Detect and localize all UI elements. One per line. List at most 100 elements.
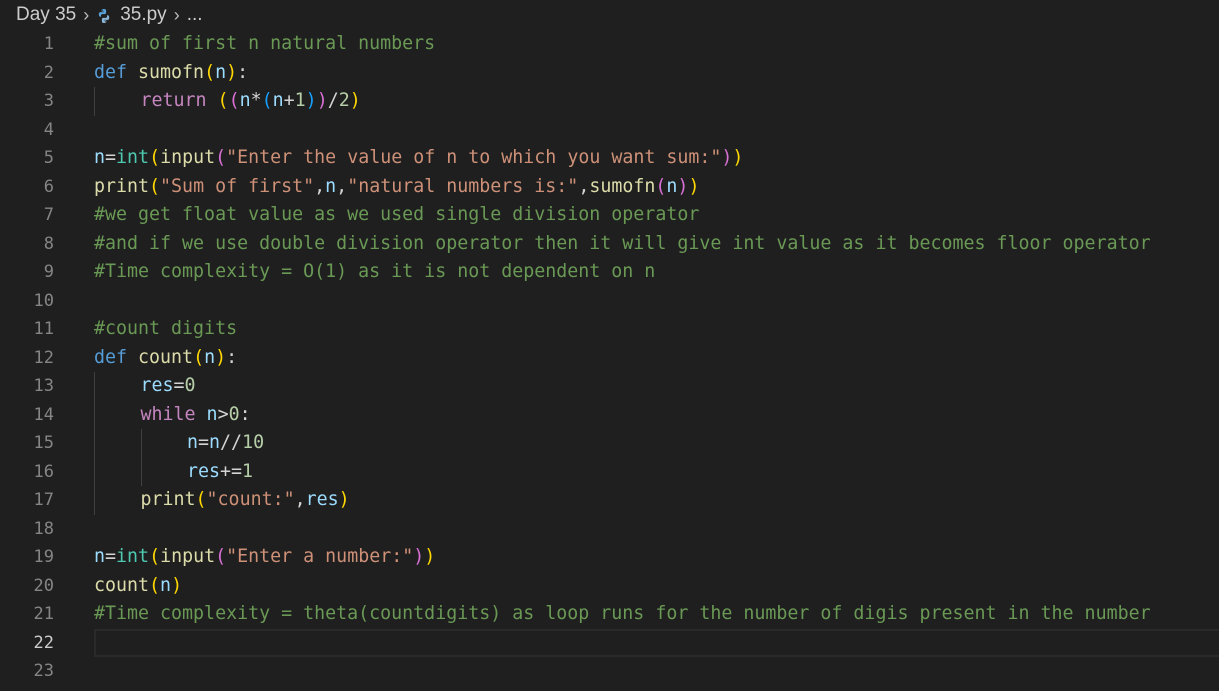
code-token: n [666, 175, 678, 197]
current-line-highlight [94, 628, 1219, 657]
code-token: count [138, 346, 194, 368]
code-token: ) [338, 489, 350, 510]
indent-guide [140, 457, 142, 486]
line-number: 5 [43, 148, 54, 168]
code-line[interactable]: 13 res=0 [0, 372, 1219, 401]
breadcrumb-more[interactable]: ... [187, 4, 203, 26]
code-line[interactable]: 11 #count digits [0, 315, 1219, 344]
code-token: res [140, 375, 174, 396]
code-line[interactable]: 23 [0, 657, 1219, 686]
code-line[interactable]: 18 [0, 515, 1219, 544]
code-line[interactable]: 4 [0, 116, 1219, 145]
code-token: n [272, 90, 284, 111]
code-token: "count:" [206, 489, 295, 510]
code-text: res+=1 [187, 458, 253, 487]
code-text: n=int(input("Enter the value of n to whi… [94, 144, 743, 173]
code-token: #Time complexity = theta(countdigits) as… [94, 603, 1151, 624]
code-token: 0 [184, 375, 196, 396]
code-token: int [116, 546, 150, 567]
code-token: ( [655, 175, 667, 197]
code-line[interactable]: 19 n=int(input("Enter a number:")) [0, 543, 1219, 572]
code-text: count(n) [94, 572, 182, 601]
code-token: n [160, 574, 172, 596]
code-line[interactable]: 7 #we get float value as we used single d… [0, 201, 1219, 230]
code-editor[interactable]: Day 35 › 35.py › ... 1 #sum of first n na… [0, 0, 1219, 691]
breadcrumb: Day 35 › 35.py › ... [0, 0, 1219, 30]
code-line[interactable]: 3 return ((n*(n+1))/2) [0, 87, 1219, 116]
python-file-icon [96, 8, 112, 24]
line-number: 11 [33, 319, 54, 339]
code-line[interactable]: 22 [0, 628, 1219, 657]
code-text: def sumofn(n): [94, 59, 248, 88]
code-line[interactable]: 14 while n>0: [0, 400, 1219, 429]
code-line[interactable]: 1 #sum of first n natural numbers [0, 30, 1219, 59]
code-line[interactable]: 8 #and if we use double division operator… [0, 230, 1219, 259]
code-line[interactable]: 15 n=n//10 [0, 429, 1219, 458]
code-token: = [105, 147, 117, 168]
code-text: n=n//10 [187, 429, 264, 458]
line-number: 3 [43, 91, 54, 111]
code-token: > [217, 403, 229, 425]
code-text: n=int(input("Enter a number:")) [94, 543, 435, 572]
line-number: 20 [33, 575, 54, 596]
code-line[interactable]: 16 res+=1 [0, 457, 1219, 487]
breadcrumb-file[interactable]: 35.py [120, 4, 166, 26]
line-number: 10 [33, 290, 54, 311]
code-token: res [187, 460, 221, 482]
code-text: print("count:",res) [141, 486, 350, 515]
code-token: ) [316, 90, 328, 111]
code-token: n [204, 346, 216, 368]
code-token: ( [228, 90, 240, 111]
code-token: ) [171, 574, 183, 596]
code-line[interactable]: 20 count(n) [0, 572, 1219, 601]
code-token: ) [226, 61, 238, 83]
code-token: : [226, 346, 238, 368]
code-token: , [314, 175, 326, 197]
code-token: def [94, 346, 139, 368]
line-number: 15 [33, 433, 54, 453]
code-token: ( [261, 90, 273, 111]
code-token: sumofn [589, 175, 656, 197]
code-token: print [140, 489, 196, 510]
line-number: 1 [43, 34, 54, 54]
code-line[interactable]: 17 print("count:",res) [0, 486, 1219, 515]
code-token: ) [688, 175, 700, 197]
code-line[interactable]: 9 #Time complexity = O(1) as it is not de… [0, 258, 1219, 287]
code-token: 1 [294, 90, 306, 111]
indent-guide [94, 429, 95, 458]
line-number: 12 [33, 347, 54, 368]
code-token: ( [149, 546, 161, 567]
code-token: ) [215, 346, 227, 368]
code-text: return ((n*(n+1))/2) [141, 87, 361, 116]
code-token: : [239, 403, 251, 425]
line-number: 19 [33, 547, 54, 567]
code-token: ( [217, 90, 229, 111]
code-area[interactable]: 1 #sum of first n natural numbers 2 def sum… [0, 30, 1219, 686]
code-token: ) [424, 546, 436, 567]
code-text: def count(n): [94, 344, 237, 373]
code-token: n [206, 403, 218, 425]
code-line[interactable]: 10 [0, 287, 1219, 316]
code-token: res [305, 489, 339, 510]
code-token: = [173, 375, 185, 396]
line-number: 9 [43, 262, 54, 282]
code-token: ) [677, 175, 689, 197]
code-token: n [239, 90, 251, 111]
code-line[interactable]: 21 #Time complexity = theta(countdigits) … [0, 600, 1219, 629]
breadcrumb-folder[interactable]: Day 35 [16, 4, 76, 26]
line-number: 8 [43, 233, 54, 254]
code-text: #we get float value as we used single di… [94, 201, 699, 230]
code-token: n [215, 61, 227, 83]
line-number: 13 [33, 376, 54, 396]
code-line[interactable]: 6 print("Sum of first",n,"natural numbers… [0, 173, 1219, 202]
code-token: ) [305, 90, 317, 111]
code-line[interactable]: 12 def count(n): [0, 344, 1219, 373]
code-token: / [327, 90, 339, 111]
code-token: * [250, 90, 262, 111]
code-token: // [220, 432, 243, 453]
code-token: #and if we use double division operator … [94, 232, 1151, 254]
code-token: n [187, 432, 199, 453]
code-token: input [160, 546, 216, 567]
code-line[interactable]: 5 n=int(input("Enter the value of n to wh… [0, 144, 1219, 173]
code-line[interactable]: 2 def sumofn(n): [0, 59, 1219, 88]
